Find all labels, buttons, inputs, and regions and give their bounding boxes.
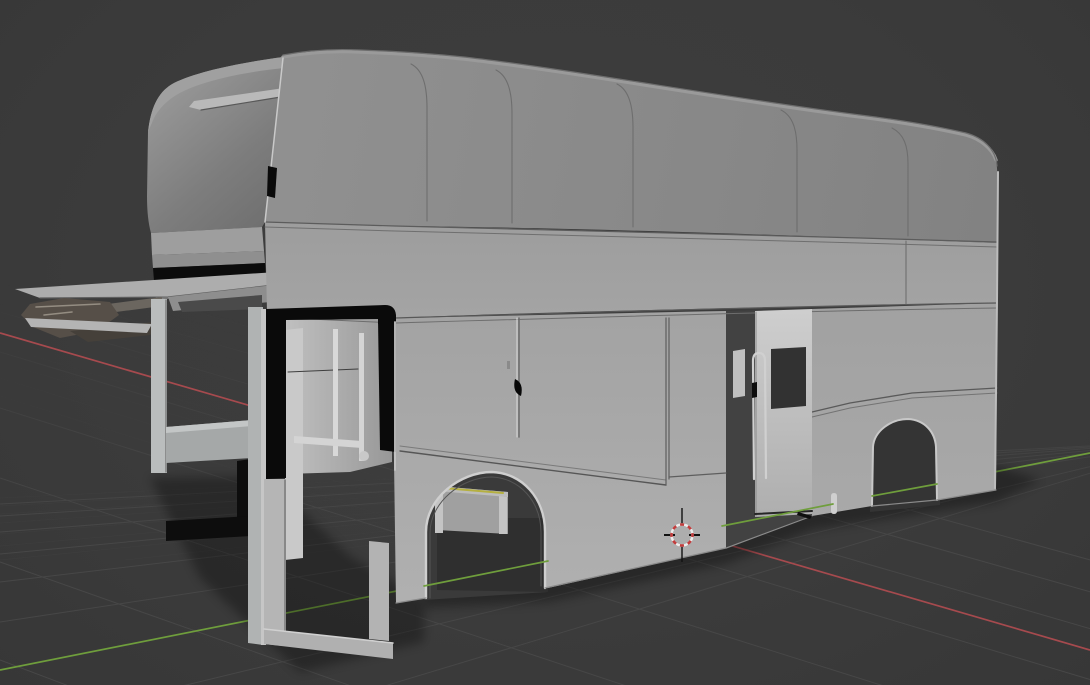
front-pillar-right [248, 307, 263, 645]
rear-door-window [771, 347, 806, 409]
roof-shell [265, 51, 998, 243]
front-arch-post-right [499, 496, 507, 534]
viewport-scene [0, 48, 1090, 685]
front-dome [147, 57, 283, 233]
grab-pole-1 [333, 329, 338, 456]
blender-3d-viewport[interactable] [0, 0, 1090, 685]
front-pillar-left [151, 299, 167, 473]
rear-door-leaf [755, 309, 812, 517]
door-frame-right-lower [369, 541, 389, 641]
rear-door-rail-mark [752, 382, 757, 398]
door-black-trim-right [378, 318, 396, 452]
panel-notch [507, 361, 510, 369]
door-frame-left-lower [264, 479, 286, 646]
door-interior-panel [285, 328, 303, 560]
grab-pole-cap [359, 451, 369, 461]
rear-door-tab [733, 349, 745, 398]
